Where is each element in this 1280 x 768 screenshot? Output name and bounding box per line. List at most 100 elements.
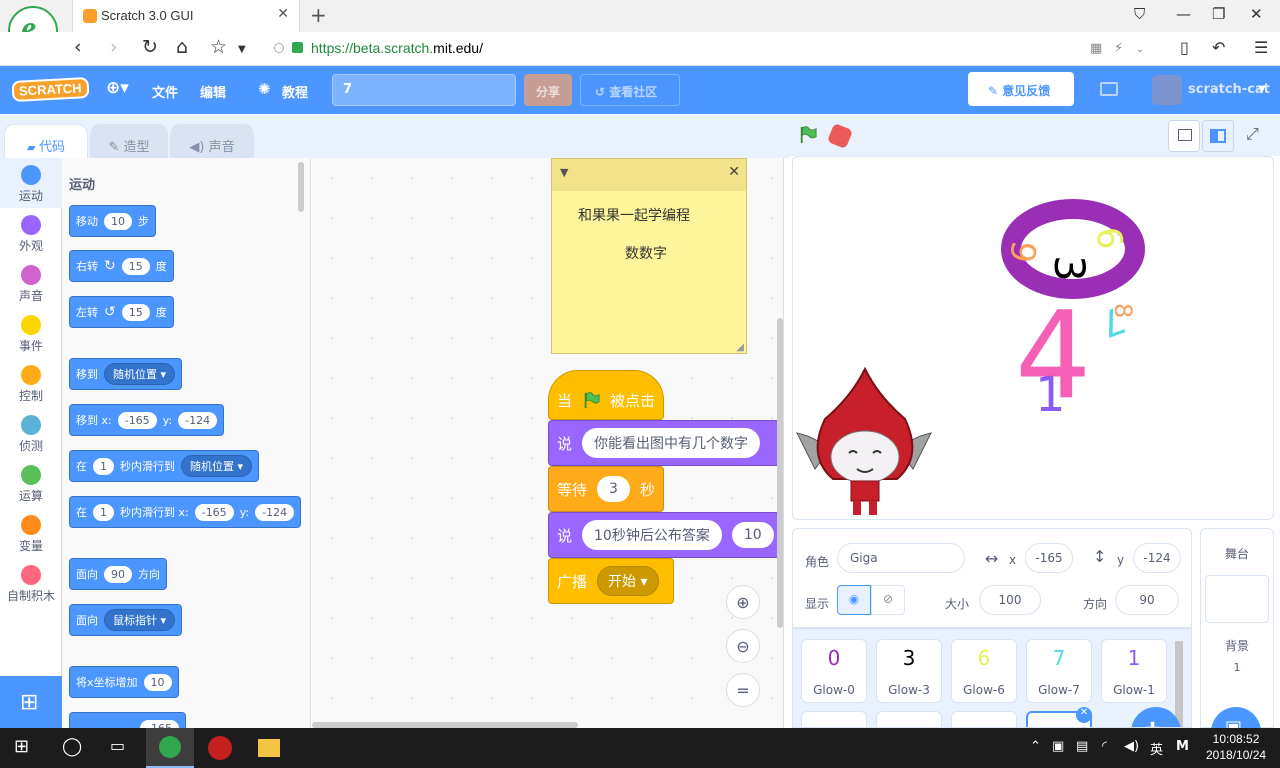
say-seconds-input[interactable]: 10 xyxy=(731,522,774,548)
delete-sprite-icon[interactable]: ✕ xyxy=(1076,707,1092,723)
chevron-down-icon[interactable]: ⌄ xyxy=(1136,44,1144,55)
new-tab-icon[interactable]: + xyxy=(310,3,327,27)
seconds-input[interactable]: 1 xyxy=(93,457,114,475)
small-stage-button[interactable] xyxy=(1168,120,1200,152)
point-towards-block[interactable]: 面向 鼠标指针 ▾ xyxy=(69,604,183,636)
degrees-input[interactable]: 15 xyxy=(121,303,150,321)
category-operators[interactable]: 运算 xyxy=(0,458,62,508)
workspace-vertical-scrollbar[interactable] xyxy=(777,318,783,628)
say-text-input[interactable]: 10秒钟后公布答案 xyxy=(582,520,722,550)
tray-clock[interactable]: 10:08:52 2018/10/24 xyxy=(1206,731,1266,763)
category-events[interactable]: 事件 xyxy=(0,308,62,358)
reader-icon[interactable]: ▯ xyxy=(1180,38,1189,57)
set-x-block[interactable]: -165 xyxy=(69,712,186,728)
restore-icon[interactable]: ❐ xyxy=(1212,5,1225,23)
share-button[interactable]: 分享 xyxy=(524,74,572,106)
palette-scrollbar[interactable] xyxy=(298,162,304,212)
code-workspace[interactable]: ▼ ✕ 和果果一起学编程 数数字 ◢ 当 被点击 说 你能看出图中有几个数字 等… xyxy=(312,158,784,728)
my-stuff-folder-icon[interactable] xyxy=(1100,82,1118,96)
language-globe-icon[interactable]: ⊕▾ xyxy=(106,78,129,98)
collapse-triangle-icon[interactable]: ▼ xyxy=(560,166,568,179)
back-icon[interactable]: ‹ xyxy=(74,36,82,58)
set-x-input[interactable]: -165 xyxy=(140,719,179,728)
feedback-button[interactable]: ✎ 意见反馈 xyxy=(968,72,1074,106)
large-stage-button[interactable] xyxy=(1202,120,1234,152)
tray-chevron-up-icon[interactable]: ⌃ xyxy=(1030,739,1041,754)
favorites-dropdown-icon[interactable]: ▼ xyxy=(238,44,246,55)
category-my-blocks[interactable]: 自制积木 xyxy=(0,558,62,608)
media-app-icon[interactable] xyxy=(208,736,232,760)
sprite-card-partial[interactable] xyxy=(876,711,942,727)
point-towards-dropdown[interactable]: 鼠标指针 ▾ xyxy=(104,609,176,631)
steps-input[interactable]: 10 xyxy=(104,212,132,230)
sprite-name-input[interactable]: Giga xyxy=(837,543,965,573)
category-motion[interactable]: 运动 xyxy=(0,158,62,208)
tray-app-icon[interactable]: ▣ xyxy=(1052,739,1064,754)
resize-handle-icon[interactable]: ◢ xyxy=(736,342,744,353)
broadcast-block[interactable]: 广播 开始 ▾ xyxy=(548,558,674,604)
sprite-card-partial[interactable] xyxy=(951,711,1017,727)
x-position-input[interactable]: -165 xyxy=(1025,543,1073,573)
edit-menu[interactable]: 编辑 xyxy=(200,82,226,101)
project-title-input[interactable]: 7 xyxy=(332,74,516,106)
glide-to-xy-block[interactable]: 在 1 秒内滑行到 x: -165 y: -124 xyxy=(69,496,302,528)
input-language-indicator[interactable]: 英 xyxy=(1150,739,1163,758)
sprite-list-scrollbar[interactable] xyxy=(1175,641,1183,727)
sprite-card-partial[interactable] xyxy=(801,711,867,727)
say-block-2[interactable]: 说 10秒钟后公布答案 10 xyxy=(548,512,783,558)
menu-icon[interactable]: ☰ xyxy=(1254,38,1268,57)
windows-start-icon[interactable]: ⊞ xyxy=(14,736,38,760)
x-input[interactable]: -165 xyxy=(117,411,157,429)
y-input[interactable]: -124 xyxy=(178,411,218,429)
say-block-1[interactable]: 说 你能看出图中有几个数字 xyxy=(548,420,783,466)
point-in-direction-block[interactable]: 面向 90 方向 xyxy=(69,558,167,590)
show-sprite-button[interactable]: ◉ xyxy=(837,585,871,615)
taskbar-browser-app[interactable] xyxy=(146,728,194,768)
sprite-card-glow-0[interactable]: 0 Glow-0 xyxy=(801,639,867,703)
file-menu[interactable]: 文件 xyxy=(152,82,178,101)
minimize-icon[interactable]: — xyxy=(1176,5,1191,23)
cortana-search-icon[interactable]: ◯ xyxy=(62,736,86,760)
x-input[interactable]: -165 xyxy=(194,503,234,521)
comment-note[interactable]: ▼ ✕ 和果果一起学编程 数数字 ◢ xyxy=(551,158,747,354)
tab-sounds[interactable]: ◀) 声音 xyxy=(170,124,254,160)
ime-mode-indicator[interactable]: M xyxy=(1176,739,1189,754)
direction-input[interactable]: 90 xyxy=(1115,585,1179,615)
category-control[interactable]: 控制 xyxy=(0,358,62,408)
wait-block[interactable]: 等待 3 秒 xyxy=(548,466,664,512)
stage-target-pane[interactable]: 舞台 背景 1 ▣ xyxy=(1200,528,1274,757)
hide-sprite-button[interactable]: ⊘ xyxy=(871,585,905,615)
move-steps-block[interactable]: 移动 10 步 xyxy=(69,205,156,237)
sprite-card-glow-6[interactable]: 6 Glow-6 xyxy=(951,639,1017,703)
go-to-block[interactable]: 移到 随机位置 ▾ xyxy=(69,358,183,390)
turn-right-block[interactable]: 右转 ↻ 15 度 xyxy=(69,250,174,282)
direction-input[interactable]: 90 xyxy=(104,565,132,583)
tab-code[interactable]: ▰ 代码 xyxy=(4,124,88,162)
turn-left-block[interactable]: 左转 ↺ 15 度 xyxy=(69,296,174,328)
comment-header[interactable]: ▼ ✕ xyxy=(552,159,746,191)
stage-canvas[interactable]: 6 6 3 4 7 8 1 xyxy=(792,156,1274,520)
scratch-logo[interactable]: SCRATCH xyxy=(11,77,90,102)
see-community-button[interactable]: ↺ 查看社区 xyxy=(580,74,680,106)
size-input[interactable]: 100 xyxy=(979,585,1041,615)
glide-dropdown[interactable]: 随机位置 ▾ xyxy=(181,455,253,477)
zoom-out-button[interactable]: ⊖ xyxy=(726,629,760,663)
lightning-icon[interactable]: ⚡ xyxy=(1114,41,1123,56)
close-tab-icon[interactable]: ✕ xyxy=(277,6,289,22)
fullscreen-button[interactable]: ⤢ xyxy=(1238,120,1270,152)
wait-seconds-input[interactable]: 3 xyxy=(597,476,630,502)
close-comment-icon[interactable]: ✕ xyxy=(728,164,740,180)
y-input[interactable]: -124 xyxy=(255,503,295,521)
reload-icon[interactable]: ↻ xyxy=(142,36,158,58)
when-flag-clicked-block[interactable]: 当 被点击 xyxy=(548,370,664,420)
volume-icon[interactable]: ◀) xyxy=(1124,739,1139,754)
category-sensing[interactable]: 侦测 xyxy=(0,408,62,458)
sprite-card-glow-7[interactable]: 7 Glow-7 xyxy=(1026,639,1092,703)
change-x-block[interactable]: 将x坐标增加 10 xyxy=(69,666,179,698)
avatar[interactable] xyxy=(1152,75,1182,105)
qr-code-icon[interactable]: ▦ xyxy=(1090,41,1102,56)
forward-icon[interactable]: › xyxy=(110,36,118,58)
skin-icon[interactable]: ⛉ xyxy=(1134,5,1145,23)
seconds-input[interactable]: 1 xyxy=(93,503,114,521)
sprite-card-glow-3[interactable]: 3 Glow-3 xyxy=(876,639,942,703)
